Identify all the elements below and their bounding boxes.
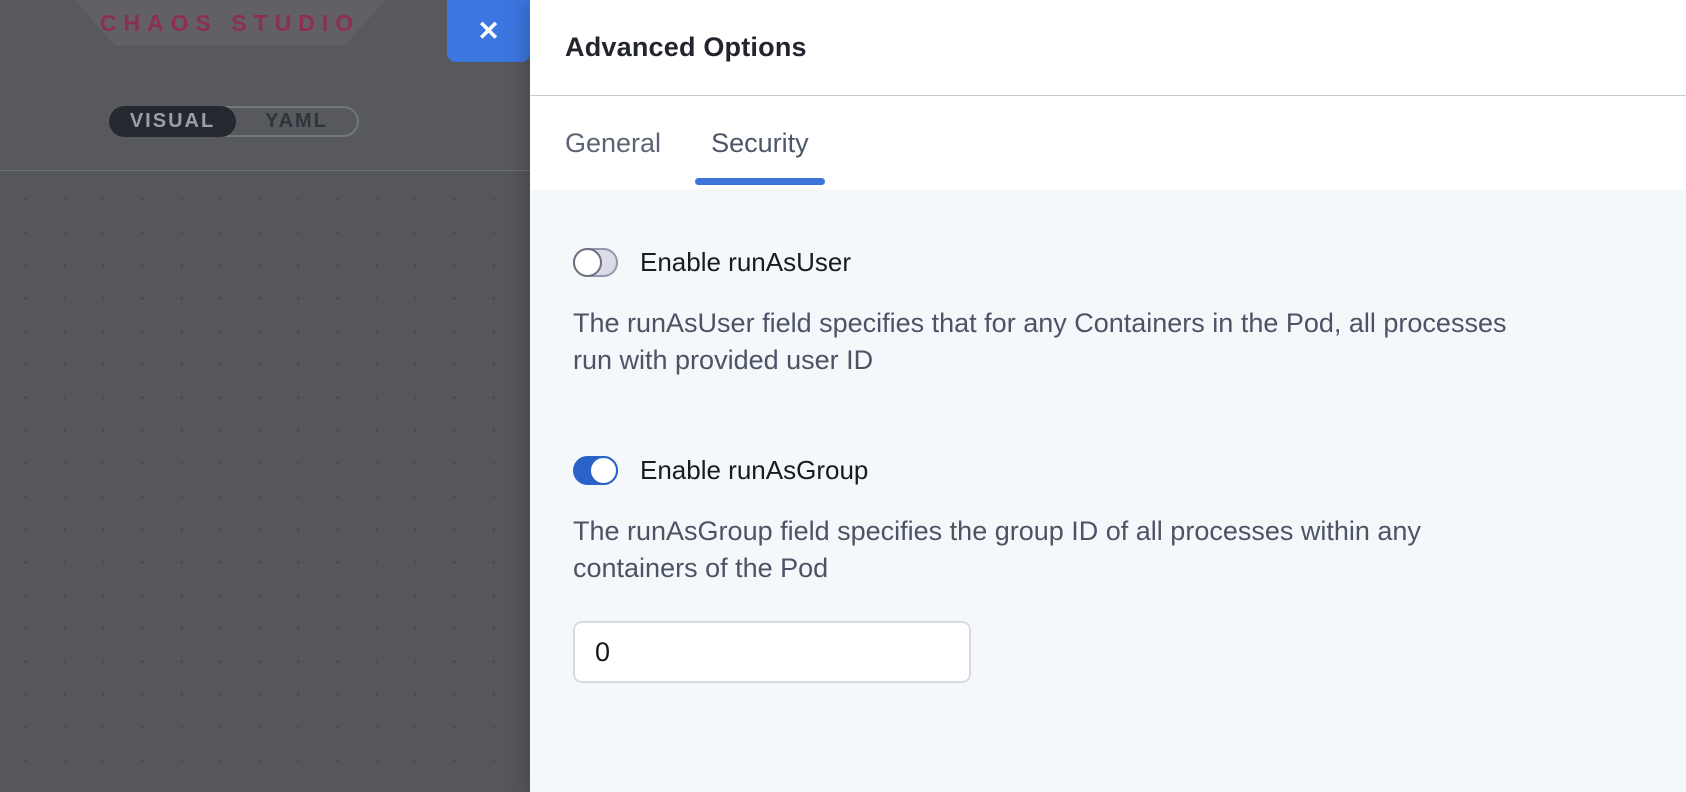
dimmed-canvas-overlay: CHAOS STUDIO VISUAL YAML ✕ [0, 0, 530, 792]
run-as-user-description: The runAsUser field specifies that for a… [573, 305, 1626, 379]
description-line: The runAsUser field specifies that for a… [573, 305, 1626, 342]
run-as-group-id-input[interactable] [573, 621, 971, 683]
enable-run-as-group-toggle[interactable] [573, 456, 618, 485]
brand-title: CHAOS STUDIO [100, 10, 360, 37]
drawer-tabbar: General Security [530, 96, 1686, 190]
run-as-group-description: The runAsGroup field specifies the group… [573, 513, 1626, 587]
run-as-user-toggle-row: Enable runAsUser [573, 247, 1626, 278]
visual-mode-button[interactable]: VISUAL [109, 106, 236, 137]
description-line: containers of the Pod [573, 550, 1626, 587]
tab-general[interactable]: General [549, 96, 677, 190]
toggle-knob [573, 248, 602, 277]
tab-security-label: Security [711, 128, 809, 159]
drawer-body: Enable runAsUser The runAsUser field spe… [530, 190, 1686, 792]
enable-run-as-user-label: Enable runAsUser [640, 247, 851, 278]
workflow-dot-grid-canvas[interactable] [0, 171, 530, 792]
enable-run-as-user-toggle[interactable] [573, 248, 618, 277]
brand-banner: CHAOS STUDIO [75, 0, 385, 46]
view-mode-switch: VISUAL YAML [109, 106, 359, 137]
description-line: run with provided user ID [573, 342, 1626, 379]
tab-active-underline [695, 178, 825, 185]
toggle-knob [589, 456, 618, 485]
tab-security[interactable]: Security [695, 96, 825, 190]
drawer-header: Advanced Options [530, 0, 1686, 96]
close-drawer-button[interactable]: ✕ [447, 0, 530, 62]
run-as-group-toggle-row: Enable runAsGroup [573, 455, 1626, 486]
tab-general-label: General [565, 128, 661, 159]
advanced-options-drawer: Advanced Options General Security Enable… [530, 0, 1686, 792]
enable-run-as-group-label: Enable runAsGroup [640, 455, 868, 486]
drawer-title: Advanced Options [565, 32, 807, 63]
run-as-user-section: Enable runAsUser The runAsUser field spe… [573, 247, 1626, 379]
yaml-mode-label: YAML [265, 110, 328, 133]
run-as-group-section: Enable runAsGroup The runAsGroup field s… [573, 455, 1626, 683]
close-icon: ✕ [477, 18, 500, 45]
yaml-mode-button[interactable]: YAML [236, 108, 357, 135]
screen: CHAOS STUDIO VISUAL YAML ✕ Advanced Opti… [0, 0, 1686, 792]
visual-mode-label: VISUAL [130, 110, 215, 133]
description-line: The runAsGroup field specifies the group… [573, 513, 1626, 550]
